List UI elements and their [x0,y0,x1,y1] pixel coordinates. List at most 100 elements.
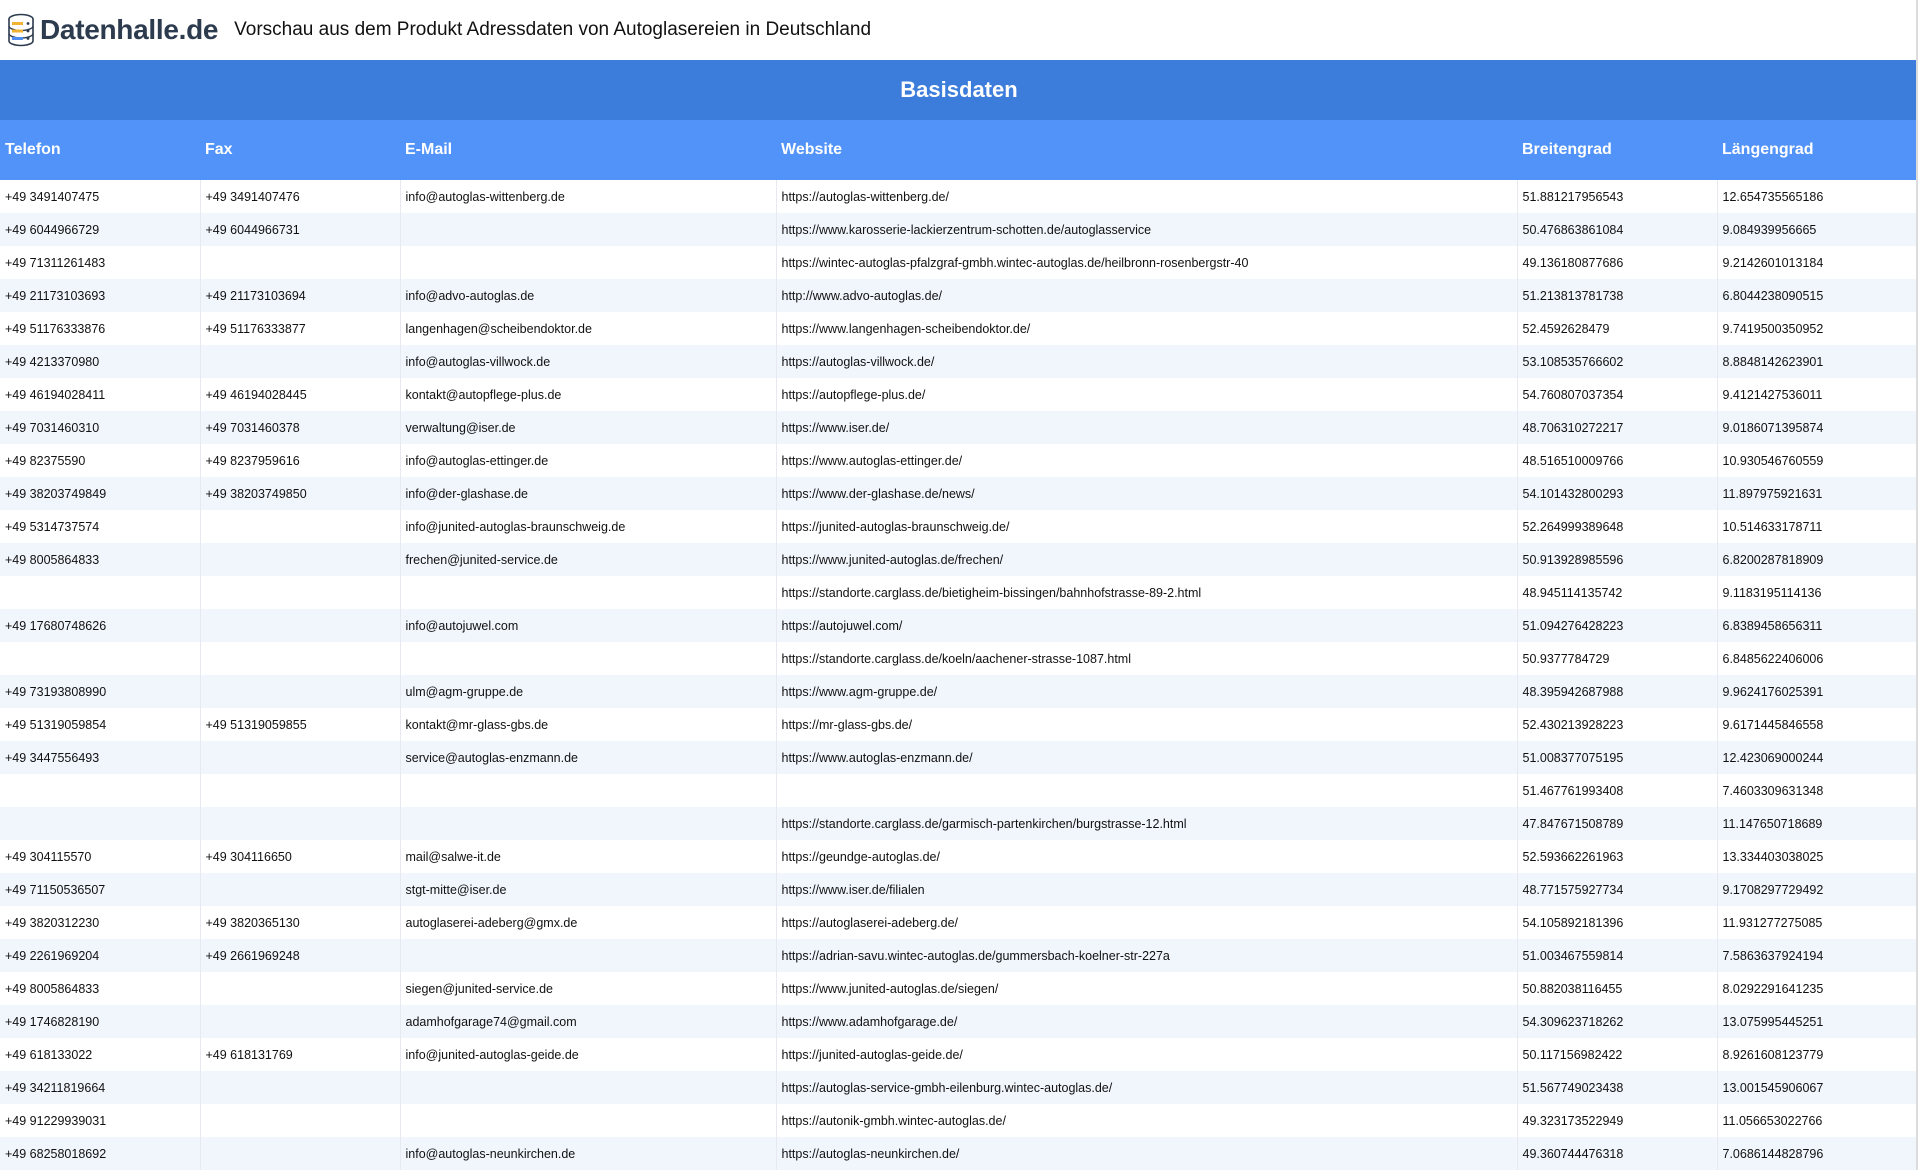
cell-website: https://www.der-glashase.de/news/ [776,477,1518,510]
cell-telefon: +49 3491407475 [0,180,201,213]
cell-laengengrad: 8.9261608123779 [1717,1038,1918,1071]
cell-laengengrad: 9.1708297729492 [1717,873,1918,906]
cell-breitengrad: 47.847671508789 [1517,807,1718,840]
cell-website: https://autojuwel.com/ [776,609,1518,642]
cell-fax: +49 8237959616 [200,444,401,477]
table-row: https://standorte.carglass.de/bietigheim… [0,576,1918,609]
cell-telefon: +49 4213370980 [0,345,201,378]
cell-website: https://www.iser.de/ [776,411,1518,444]
cell-website [776,774,1518,807]
cell-laengengrad: 9.2142601013184 [1717,246,1918,279]
cell-website: https://www.karosserie-lackierzentrum-sc… [776,213,1518,246]
column-header-email: E-Mail [400,120,776,180]
cell-breitengrad: 52.264999389648 [1517,510,1718,543]
cell-fax: +49 51176333877 [200,312,401,345]
cell-telefon: +49 71150536507 [0,873,201,906]
cell-email [400,1071,777,1104]
cell-website: https://www.iser.de/filialen [776,873,1518,906]
cell-email: info@advo-autoglas.de [400,279,777,312]
table-row: +49 8005864833 frechen@junited-service.de… [0,543,1918,576]
cell-fax [200,1071,401,1104]
table-row: +49 8005864833 siegen@junited-service.de h… [0,972,1918,1005]
cell-fax [200,576,401,609]
column-header-breitengrad: Breitengrad [1517,120,1717,180]
cell-laengengrad: 9.6171445846558 [1717,708,1918,741]
cell-fax: +49 304116650 [200,840,401,873]
cell-website: https://autoglas-villwock.de/ [776,345,1518,378]
cell-website: https://autoglas-neunkirchen.de/ [776,1137,1518,1170]
cell-laengengrad: 11.056653022766 [1717,1104,1918,1137]
table-row: +49 3491407475 +49 3491407476 info@autogla… [0,180,1918,213]
data-table: Telefon Fax E-Mail Website Breitengrad Längen… [0,120,1918,1170]
cell-email: verwaltung@iser.de [400,411,777,444]
table-row: +49 73193808990 ulm@agm-gruppe.de https://… [0,675,1918,708]
cell-fax: +49 38203749850 [200,477,401,510]
cell-fax: +49 3820365130 [200,906,401,939]
cell-website: https://www.autoglas-ettinger.de/ [776,444,1518,477]
logo-icon [6,13,36,47]
cell-breitengrad: 54.101432800293 [1517,477,1718,510]
cell-laengengrad: 11.931277275085 [1717,906,1918,939]
cell-laengengrad: 9.9624176025391 [1717,675,1918,708]
cell-laengengrad: 8.0292291641235 [1717,972,1918,1005]
cell-email: siegen@junited-service.de [400,972,777,1005]
cell-breitengrad: 51.094276428223 [1517,609,1718,642]
cell-website: https://www.junited-autoglas.de/frechen/ [776,543,1518,576]
cell-telefon: +49 91229939031 [0,1104,201,1137]
table-row: +49 618133022 +49 618131769 info@junited-a… [0,1038,1918,1071]
table-row: +49 51319059854 +49 51319059855 kontakt@mr… [0,708,1918,741]
cell-fax [200,774,401,807]
cell-email: info@autoglas-ettinger.de [400,444,777,477]
cell-fax [200,510,401,543]
cell-telefon [0,576,201,609]
cell-breitengrad: 49.360744476318 [1517,1137,1718,1170]
table-row: +49 6044966729 +49 6044966731 https://www.… [0,213,1918,246]
cell-breitengrad: 54.760807037354 [1517,378,1718,411]
cell-laengengrad: 6.8485622406006 [1717,642,1918,675]
cell-telefon: +49 73193808990 [0,675,201,708]
cell-laengengrad: 13.001545906067 [1717,1071,1918,1104]
cell-telefon: +49 8005864833 [0,543,201,576]
cell-fax [200,345,401,378]
section-title: Basisdaten [900,77,1018,102]
cell-email: info@junited-autoglas-geide.de [400,1038,777,1071]
cell-email: langenhagen@scheibendoktor.de [400,312,777,345]
cell-fax: +49 2661969248 [200,939,401,972]
cell-website: https://autoglas-wittenberg.de/ [776,180,1518,213]
table-row: +49 7031460310 +49 7031460378 verwaltung@i… [0,411,1918,444]
header: Datenhalle.de Vorschau aus dem Produkt A… [0,0,1918,60]
cell-laengengrad: 7.0686144828796 [1717,1137,1918,1170]
cell-fax: +49 51319059855 [200,708,401,741]
logo-text: Datenhalle.de [40,14,219,45]
cell-breitengrad: 51.008377075195 [1517,741,1718,774]
cell-website: https://geundge-autoglas.de/ [776,840,1518,873]
cell-breitengrad: 51.003467559814 [1517,939,1718,972]
table-row: +49 2261969204 +49 2661969248 https://adri… [0,939,1918,972]
cell-telefon [0,807,201,840]
table-row: +49 21173103693 +49 21173103694 info@advo-… [0,279,1918,312]
cell-breitengrad: 51.881217956543 [1517,180,1718,213]
table-row: +49 5314737574 info@junited-autoglas-brau… [0,510,1918,543]
cell-laengengrad: 9.7419500350952 [1717,312,1918,345]
cell-email: info@junited-autoglas-braunschweig.de [400,510,777,543]
cell-email: info@der-glashase.de [400,477,777,510]
cell-laengengrad: 9.0186071395874 [1717,411,1918,444]
cell-email: mail@salwe-it.de [400,840,777,873]
cell-fax [200,741,401,774]
cell-telefon: +49 2261969204 [0,939,201,972]
cell-laengengrad: 13.334403038025 [1717,840,1918,873]
cell-telefon: +49 21173103693 [0,279,201,312]
cell-email: kontakt@autopflege-plus.de [400,378,777,411]
table-row: +49 34211819664 https://autoglas-service-… [0,1071,1918,1104]
cell-fax [200,1005,401,1038]
cell-telefon: +49 3820312230 [0,906,201,939]
cell-breitengrad: 53.108535766602 [1517,345,1718,378]
cell-breitengrad: 52.4592628479 [1517,312,1718,345]
logo[interactable]: Datenhalle.de [6,0,218,60]
page: Datenhalle.de Vorschau aus dem Produkt A… [0,0,1918,1170]
cell-website: https://www.junited-autoglas.de/siegen/ [776,972,1518,1005]
cell-telefon [0,642,201,675]
cell-email [400,213,777,246]
cell-fax: +49 6044966731 [200,213,401,246]
cell-laengengrad: 6.8200287818909 [1717,543,1918,576]
